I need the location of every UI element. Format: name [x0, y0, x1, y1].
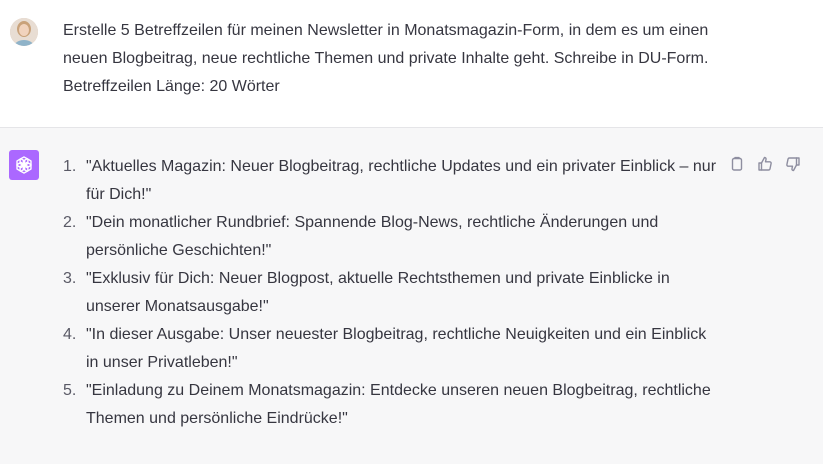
user-message-line: neuen Blogbeitrag, neue rechtliche Theme…	[63, 50, 709, 67]
user-message-line: Erstelle 5 Betreffzeilen für meinen News…	[63, 22, 709, 39]
list-item-line: "In dieser Ausgabe: Unser neuester Blogb…	[86, 326, 707, 343]
list-item: 5. "Einladung zu Deinem Monatsmagazin: E…	[63, 377, 723, 433]
list-number: 4.	[63, 326, 77, 343]
user-avatar-image	[10, 18, 38, 46]
user-message-text: Erstelle 5 Betreffzeilen für meinen News…	[63, 17, 763, 101]
list-item: 1. "Aktuelles Magazin: Neuer Blogbeitrag…	[63, 153, 723, 209]
thumbs-down-icon[interactable]	[783, 154, 803, 174]
list-item-line: "Exklusiv für Dich: Neuer Blogpost, aktu…	[86, 270, 670, 287]
list-item-line: Themen und persönliche Eindrücke!"	[86, 410, 348, 427]
user-avatar	[10, 18, 38, 46]
list-item-line: persönliche Geschichten!"	[86, 242, 272, 259]
list-number: 2.	[63, 214, 77, 231]
assistant-message: 1. "Aktuelles Magazin: Neuer Blogbeitrag…	[0, 128, 823, 464]
list-item-line: "Einladung zu Deinem Monatsmagazin: Entd…	[86, 382, 711, 399]
list-number: 1.	[63, 158, 77, 175]
user-message: Erstelle 5 Betreffzeilen für meinen News…	[0, 0, 823, 128]
list-item-line: "Aktuelles Magazin: Neuer Blogbeitrag, r…	[86, 158, 717, 175]
thumbs-up-icon[interactable]	[755, 154, 775, 174]
list-item-line: unserer Monatsausgabe!"	[86, 298, 269, 315]
list-number: 5.	[63, 382, 77, 399]
chatgpt-logo-icon	[9, 150, 39, 180]
list-item: 4. "In dieser Ausgabe: Unser neuester Bl…	[63, 321, 723, 377]
list-item-line: für Dich!"	[86, 186, 152, 203]
list-item-line: "Dein monatlicher Rundbrief: Spannende B…	[86, 214, 659, 231]
list-item: 2. "Dein monatlicher Rundbrief: Spannend…	[63, 209, 723, 265]
message-actions	[727, 154, 803, 174]
copy-icon[interactable]	[727, 154, 747, 174]
list-number: 3.	[63, 270, 77, 287]
list-item-line: in unser Privatleben!"	[86, 354, 238, 371]
list-item: 3. "Exklusiv für Dich: Neuer Blogpost, a…	[63, 265, 723, 321]
user-message-line: Betreffzeilen Länge: 20 Wörter	[63, 78, 280, 95]
subject-line-list: 1. "Aktuelles Magazin: Neuer Blogbeitrag…	[63, 153, 723, 433]
